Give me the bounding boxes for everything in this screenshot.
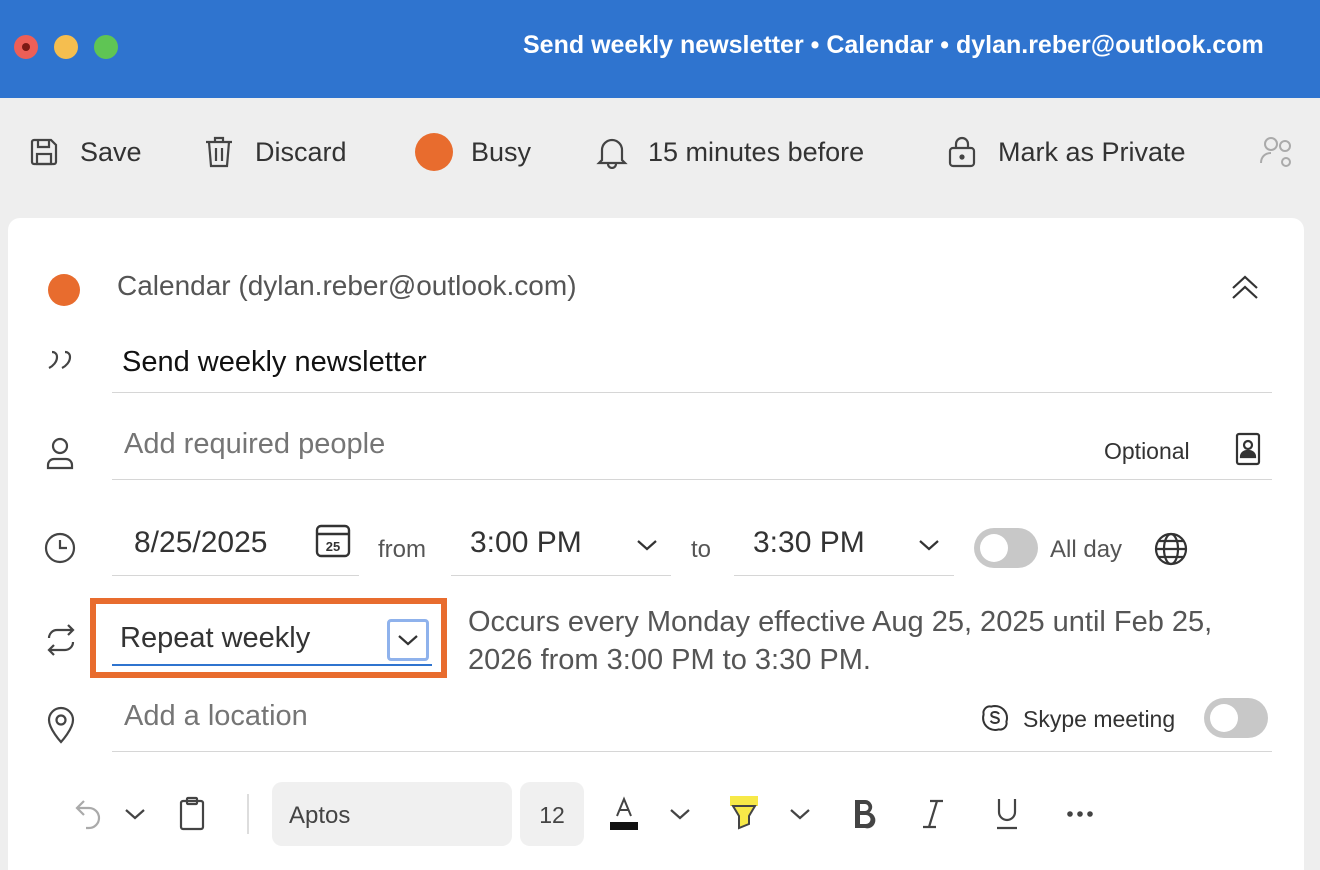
repeat-icon <box>47 624 75 656</box>
start-time-underline <box>451 575 671 576</box>
required-people-input[interactable] <box>124 428 824 461</box>
collapse-chevron-icon[interactable] <box>1230 274 1260 300</box>
repeat-dropdown[interactable]: Repeat weekly <box>120 622 310 655</box>
calendar-picker-day: 25 <box>326 539 340 554</box>
quote-icon <box>48 350 72 369</box>
chevron-down-icon <box>398 635 418 646</box>
font-color-chevron-down-icon[interactable] <box>669 807 691 821</box>
repeat-underline <box>112 664 432 666</box>
save-button[interactable]: Save <box>28 132 142 172</box>
start-time-chevron-down-icon[interactable] <box>636 538 658 552</box>
location-divider <box>112 751 1272 752</box>
from-label: from <box>378 536 426 563</box>
busy-status-button[interactable]: Busy <box>415 132 531 172</box>
location-input[interactable] <box>124 700 724 733</box>
event-toolbar: Save Discard Busy 15 minutes before Mark… <box>0 98 1320 210</box>
clock-icon <box>44 532 76 564</box>
private-label: Mark as Private <box>998 136 1186 167</box>
highlighter-chevron-down-icon[interactable] <box>789 807 811 821</box>
start-date-field[interactable]: 8/25/2025 <box>134 526 267 560</box>
calendar-color-icon <box>48 274 80 306</box>
busy-label: Busy <box>471 136 532 167</box>
start-time-field[interactable]: 3:00 PM <box>470 526 582 560</box>
italic-icon[interactable] <box>920 798 946 830</box>
underline-icon[interactable] <box>994 796 1020 830</box>
zoom-window-button[interactable] <box>94 35 118 59</box>
font-size-dropdown[interactable]: 12 <box>520 782 584 846</box>
save-icon <box>30 138 58 166</box>
skype-meeting-label: Skype meeting <box>1023 706 1176 732</box>
skype-icon <box>982 704 1009 731</box>
discard-button[interactable]: Discard <box>203 132 347 172</box>
event-title-field[interactable]: Send weekly newsletter <box>122 346 427 379</box>
highlighter-icon[interactable] <box>728 794 760 832</box>
optional-attendees-link[interactable]: Optional <box>1104 438 1190 465</box>
end-time-underline <box>734 575 954 576</box>
calendar-picker-icon[interactable]: 25 <box>314 522 352 560</box>
all-day-toggle[interactable] <box>974 528 1038 568</box>
all-day-label: All day <box>1050 536 1123 563</box>
address-book-icon[interactable] <box>1234 432 1262 468</box>
skype-meeting-toggle[interactable] <box>1204 698 1268 738</box>
date-underline <box>112 575 359 576</box>
attendee-options-button[interactable] <box>1260 132 1296 172</box>
bold-icon[interactable] <box>852 798 878 830</box>
close-window-button[interactable] <box>14 35 38 59</box>
lock-icon <box>948 136 976 168</box>
undo-chevron-down-icon[interactable] <box>124 807 146 821</box>
busy-status-icon <box>415 133 453 171</box>
discard-label: Discard <box>255 136 347 167</box>
repeat-dropdown-button[interactable] <box>387 619 429 661</box>
more-options-icon[interactable] <box>1066 810 1094 818</box>
people-settings-icon <box>1260 137 1291 167</box>
trash-icon <box>206 136 232 168</box>
reminder-label: 15 minutes before <box>648 136 865 167</box>
window-title: Send weekly newsletter • Calendar • dyla… <box>523 31 1264 59</box>
location-pin-icon <box>47 706 75 744</box>
bell-icon <box>596 138 628 169</box>
font-name-dropdown[interactable]: Aptos <box>272 782 512 846</box>
mark-private-button[interactable]: Mark as Private <box>946 132 1186 172</box>
calendar-selector[interactable]: Calendar (dylan.reber@outlook.com) <box>117 270 577 302</box>
end-time-chevron-down-icon[interactable] <box>918 538 940 552</box>
save-label: Save <box>80 136 142 167</box>
undo-icon[interactable] <box>74 798 104 830</box>
globe-icon[interactable] <box>1154 532 1188 566</box>
title-bar: Send weekly newsletter • Calendar • dyla… <box>0 0 1320 98</box>
event-form-card: Calendar (dylan.reber@outlook.com) Send … <box>8 218 1304 870</box>
font-color-icon[interactable] <box>608 794 640 832</box>
reminder-button[interactable]: 15 minutes before <box>596 132 864 172</box>
title-divider <box>112 392 1272 393</box>
clipboard-icon[interactable] <box>178 796 206 832</box>
person-icon <box>46 437 74 470</box>
to-label: to <box>691 536 712 563</box>
minimize-window-button[interactable] <box>54 35 78 59</box>
people-divider <box>112 479 1272 480</box>
format-separator <box>247 794 249 834</box>
end-time-field[interactable]: 3:30 PM <box>753 526 865 560</box>
recurrence-summary: Occurs every Monday effective Aug 25, 20… <box>468 606 1213 676</box>
